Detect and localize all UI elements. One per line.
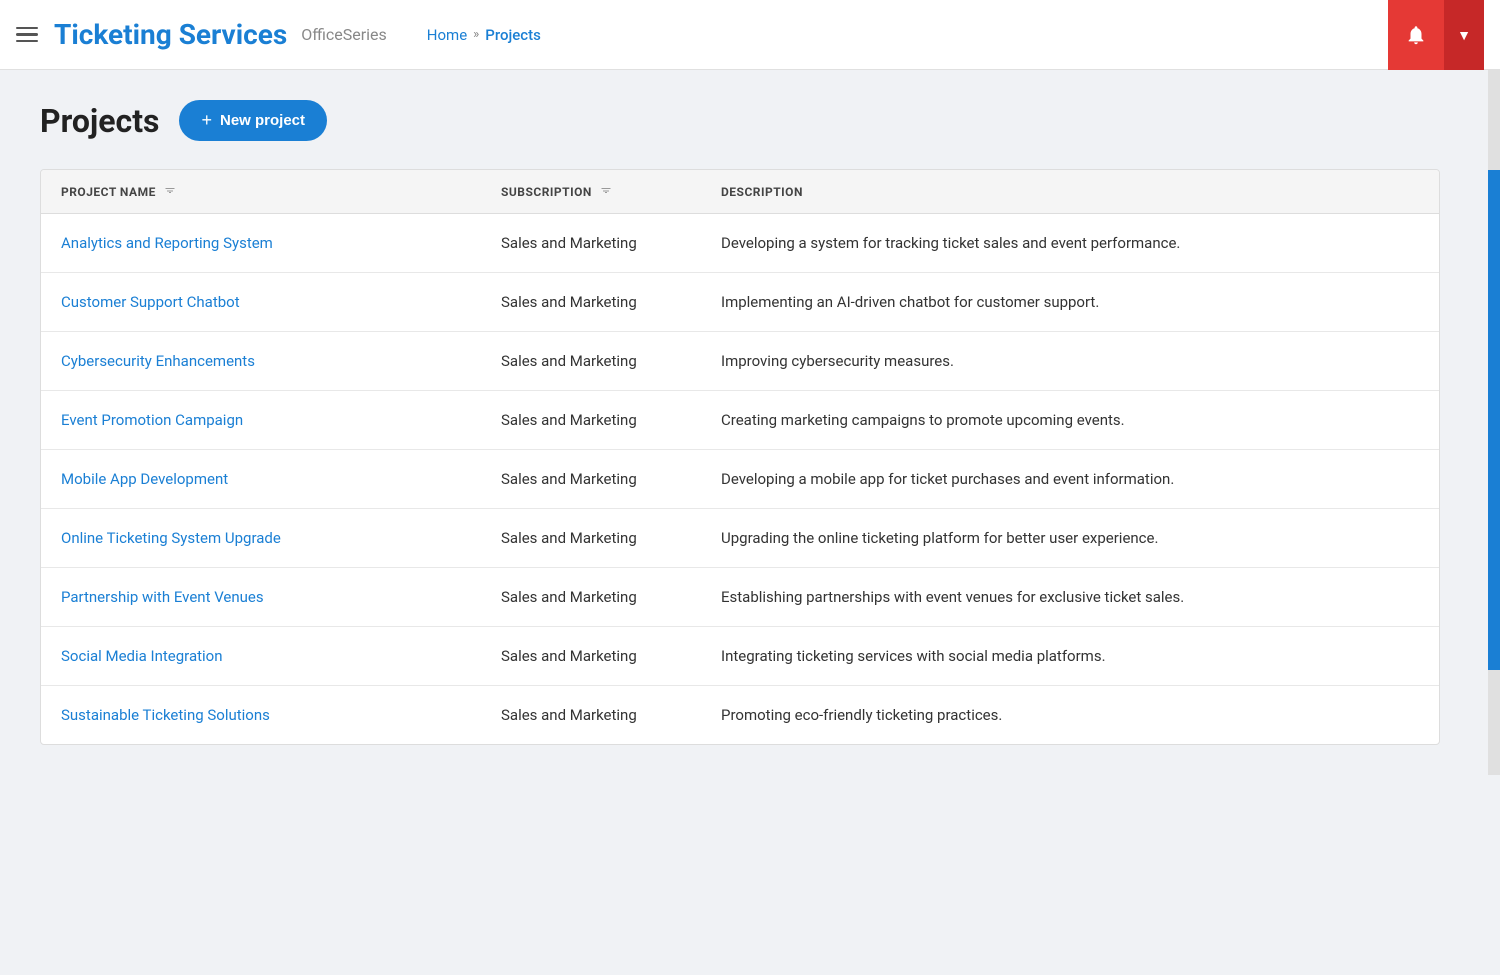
project-filter-icon[interactable] [164,184,176,199]
plus-icon: + [201,110,212,131]
app-title: Ticketing Services [54,18,287,51]
breadcrumb: Home » Projects [427,26,541,44]
table-row: Cybersecurity Enhancements Sales and Mark… [41,332,1439,391]
new-project-label: New project [220,112,305,129]
breadcrumb-separator: » [473,27,479,42]
header-dropdown-button[interactable]: ▼ [1444,0,1484,70]
table-row: Customer Support Chatbot Sales and Market… [41,273,1439,332]
table-row: Event Promotion Campaign Sales and Market… [41,391,1439,450]
table-row: Social Media Integration Sales and Market… [41,627,1439,686]
project-name-link[interactable]: Event Promotion Campaign [61,411,243,429]
description-cell: Creating marketing campaigns to promote … [701,391,1439,450]
project-name-cell: Partnership with Event Venues [41,568,481,627]
subscription-cell: Sales and Marketing [481,509,701,568]
description-cell: Improving cybersecurity measures. [701,332,1439,391]
col-project-label: PROJECT NAME [61,185,156,199]
new-project-button[interactable]: + New project [179,100,327,141]
table-body: Analytics and Reporting System Sales and … [41,214,1439,745]
bell-icon [1405,24,1427,46]
project-name-cell: Social Media Integration [41,627,481,686]
scrollbar-thumb[interactable] [1488,170,1500,670]
subscription-cell: Sales and Marketing [481,686,701,745]
description-cell: Developing a mobile app for ticket purch… [701,450,1439,509]
project-name-cell: Analytics and Reporting System [41,214,481,273]
projects-table-container: PROJECT NAME SUBSCRIPTION [40,169,1440,745]
project-name-link[interactable]: Sustainable Ticketing Solutions [61,706,270,724]
col-subscription-label: SUBSCRIPTION [501,185,592,199]
project-name-cell: Customer Support Chatbot [41,273,481,332]
table-row: Mobile App Development Sales and Marketin… [41,450,1439,509]
subscription-cell: Sales and Marketing [481,391,701,450]
project-name-cell: Event Promotion Campaign [41,391,481,450]
bell-button[interactable] [1388,0,1444,70]
subscription-cell: Sales and Marketing [481,214,701,273]
page-title: Projects [40,102,159,140]
project-name-cell: Online Ticketing System Upgrade [41,509,481,568]
project-name-cell: Sustainable Ticketing Solutions [41,686,481,745]
description-cell: Establishing partnerships with event ven… [701,568,1439,627]
table-row: Partnership with Event Venues Sales and M… [41,568,1439,627]
project-name-link[interactable]: Social Media Integration [61,647,223,665]
app-subtitle: OfficeSeries [301,25,387,44]
description-cell: Upgrading the online ticketing platform … [701,509,1439,568]
app-header: Ticketing Services OfficeSeries Home » P… [0,0,1500,70]
project-name-cell: Mobile App Development [41,450,481,509]
description-cell: Promoting eco-friendly ticketing practic… [701,686,1439,745]
col-header-subscription: SUBSCRIPTION [481,170,701,214]
project-name-link[interactable]: Cybersecurity Enhancements [61,352,255,370]
table-row: Sustainable Ticketing Solutions Sales and… [41,686,1439,745]
subscription-cell: Sales and Marketing [481,627,701,686]
table-header-row: PROJECT NAME SUBSCRIPTION [41,170,1439,214]
project-name-link[interactable]: Online Ticketing System Upgrade [61,529,281,547]
chevron-down-icon: ▼ [1457,27,1471,43]
table-row: Analytics and Reporting System Sales and … [41,214,1439,273]
col-description-label: DESCRIPTION [721,185,803,199]
subscription-cell: Sales and Marketing [481,332,701,391]
breadcrumb-current: Projects [485,26,541,44]
scrollbar-track[interactable] [1488,70,1500,775]
page-header: Projects + New project [40,100,1460,141]
header-actions: ▼ [1388,0,1484,70]
subscription-filter-icon[interactable] [600,184,612,199]
main-content: Projects + New project PROJECT NAME [0,70,1500,775]
col-header-project-name: PROJECT NAME [41,170,481,214]
projects-table: PROJECT NAME SUBSCRIPTION [41,170,1439,744]
project-name-link[interactable]: Analytics and Reporting System [61,234,273,252]
description-cell: Implementing an AI-driven chatbot for cu… [701,273,1439,332]
project-name-link[interactable]: Partnership with Event Venues [61,588,264,606]
col-header-description: DESCRIPTION [701,170,1439,214]
subscription-cell: Sales and Marketing [481,450,701,509]
menu-icon[interactable] [16,27,38,43]
description-cell: Integrating ticketing services with soci… [701,627,1439,686]
subscription-cell: Sales and Marketing [481,568,701,627]
breadcrumb-home[interactable]: Home [427,26,467,44]
project-name-cell: Cybersecurity Enhancements [41,332,481,391]
project-name-link[interactable]: Customer Support Chatbot [61,293,240,311]
subscription-cell: Sales and Marketing [481,273,701,332]
project-name-link[interactable]: Mobile App Development [61,470,228,488]
description-cell: Developing a system for tracking ticket … [701,214,1439,273]
table-row: Online Ticketing System Upgrade Sales and… [41,509,1439,568]
